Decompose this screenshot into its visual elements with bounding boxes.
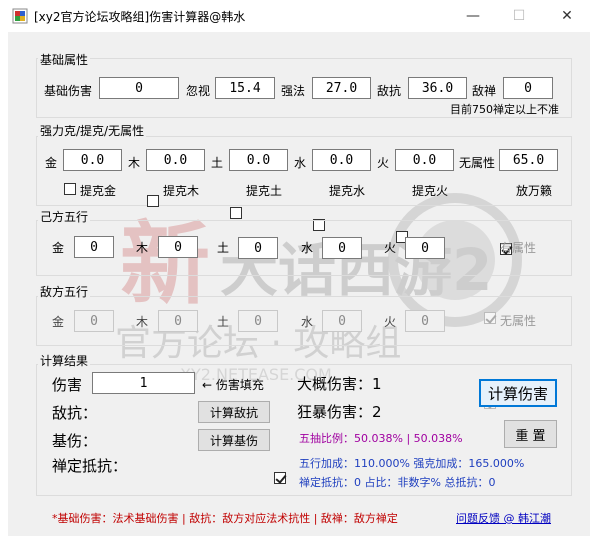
counter-earth-label: 土: [211, 156, 224, 170]
self-water-label: 水: [301, 241, 314, 255]
calc-damage-button[interactable]: 计算伤害: [479, 379, 557, 407]
reset-button[interactable]: 重 置: [504, 420, 557, 448]
tike-water-label: 提克水: [329, 184, 366, 198]
tike-earth-label: 提克土: [246, 184, 283, 198]
window-title: [xy2官方论坛攻略组]伤害计算器@韩水: [34, 10, 246, 24]
enemy-zen-input[interactable]: 0: [503, 77, 553, 99]
footer-note: *基础伤害：法术基础伤害 | 敌抗：敌方对应法术抗性 | 敌禅：敌方禅定: [52, 512, 398, 525]
no-attribute-label: 无属性: [500, 314, 537, 328]
counter-water-input[interactable]: 0.0: [312, 149, 371, 171]
counter-fire-label: 火: [377, 156, 390, 170]
enemy-water-label: 水: [301, 315, 314, 329]
counter-wood-label: 木: [128, 156, 141, 170]
base-damage-label: 基础伤害: [44, 84, 93, 98]
tike-metal-checkbox[interactable]: [64, 183, 76, 195]
tike-metal-label: 提克金: [80, 184, 117, 198]
counter-metal-label: 金: [45, 156, 58, 170]
tike-fire-label: 提克火: [412, 184, 449, 198]
five-ratio-text: 五抽比例：50.038% | 50.038%: [299, 432, 463, 445]
enemy-earth-input[interactable]: 0: [238, 310, 278, 332]
rage-damage-text: 狂暴伤害：2: [297, 403, 382, 421]
basic-attributes-legend: 基础属性: [38, 51, 91, 68]
counter-none-label: 无属性: [459, 156, 496, 170]
enemy-metal-label: 金: [52, 315, 65, 329]
zen-resist-result-label: 禅定抵抗：: [52, 457, 128, 475]
strong-counter-group: [36, 136, 572, 206]
enemy-metal-input[interactable]: 0: [74, 310, 114, 332]
self-wood-input[interactable]: 0: [158, 236, 198, 258]
ignore-input[interactable]: 15.4: [215, 77, 275, 99]
strong-magic-label: 强法: [281, 84, 306, 98]
base-damage-input[interactable]: 0: [99, 77, 179, 99]
damage-input[interactable]: 1: [92, 372, 195, 394]
counter-metal-input[interactable]: 0.0: [63, 149, 122, 171]
calc-resist-button[interactable]: 计算敌抗: [198, 401, 270, 423]
wanlai-label: 放万籁: [516, 184, 553, 198]
damage-label: 伤害: [52, 376, 83, 394]
has-attribute-label: 有属性: [500, 241, 537, 255]
base-damage-result-label: 基伤：: [52, 432, 98, 450]
self-metal-label: 金: [52, 241, 65, 255]
self-earth-input[interactable]: 0: [238, 237, 278, 259]
enemy-wood-input[interactable]: 0: [158, 310, 198, 332]
calc-base-button[interactable]: 计算基伤: [198, 429, 270, 451]
enemy-water-input[interactable]: 0: [322, 310, 362, 332]
result-legend: 计算结果: [38, 352, 91, 369]
tike-wood-label: 提克木: [163, 184, 200, 198]
zen-accuracy-note: 目前750禅定以上不准: [450, 103, 559, 116]
strong-magic-input[interactable]: 27.0: [312, 77, 371, 99]
damage-fill-hint: ← 伤害填充: [202, 378, 264, 392]
approx-damage-text: 大概伤害：1: [297, 375, 382, 393]
enemy-wood-label: 木: [136, 315, 149, 329]
feedback-link[interactable]: 问题反馈 @ 韩江潮: [456, 510, 551, 526]
counter-water-label: 水: [294, 156, 307, 170]
maximize-button[interactable]: ☐: [496, 0, 542, 32]
strong-counter-legend: 强力克/提克/无属性: [38, 122, 147, 139]
app-icon: [12, 8, 28, 24]
self-fire-label: 火: [384, 241, 397, 255]
counter-none-input[interactable]: 65.0: [499, 149, 558, 171]
tike-wood-checkbox[interactable]: [147, 195, 159, 207]
counter-wood-input[interactable]: 0.0: [146, 149, 205, 171]
damage-fill-checkbox[interactable]: [274, 472, 286, 484]
zen-summary-text: 禅定抵抗：0 占比：非数字% 总抵抗：0: [299, 476, 496, 489]
enemy-resist-result-label: 敌抗：: [52, 404, 98, 422]
ignore-label: 忽视: [186, 84, 211, 98]
minimize-button[interactable]: —: [450, 0, 496, 32]
self-wood-label: 木: [136, 241, 149, 255]
self-earth-label: 土: [217, 241, 230, 255]
close-button[interactable]: ✕: [544, 0, 590, 32]
enemy-fire-label: 火: [384, 315, 397, 329]
enemy-elements-legend: 敌方五行: [38, 283, 91, 300]
enemy-resist-input[interactable]: 36.0: [408, 77, 467, 99]
close-icon: ✕: [561, 8, 573, 24]
minimize-icon: —: [466, 8, 480, 24]
self-water-input[interactable]: 0: [322, 237, 362, 259]
tike-earth-checkbox[interactable]: [230, 207, 242, 219]
enemy-zen-label: 敌禅: [472, 84, 497, 98]
enemy-earth-label: 土: [217, 315, 230, 329]
counter-earth-input[interactable]: 0.0: [229, 149, 288, 171]
counter-fire-input[interactable]: 0.0: [395, 149, 454, 171]
self-elements-legend: 己方五行: [38, 208, 91, 225]
self-fire-input[interactable]: 0: [405, 237, 445, 259]
enemy-fire-input[interactable]: 0: [405, 310, 445, 332]
enemy-resist-label: 敌抗: [377, 84, 402, 98]
element-bonus-text: 五行加成：110.000% 强克加成：165.000%: [299, 457, 525, 470]
self-metal-input[interactable]: 0: [74, 236, 114, 258]
maximize-icon: ☐: [512, 8, 526, 24]
